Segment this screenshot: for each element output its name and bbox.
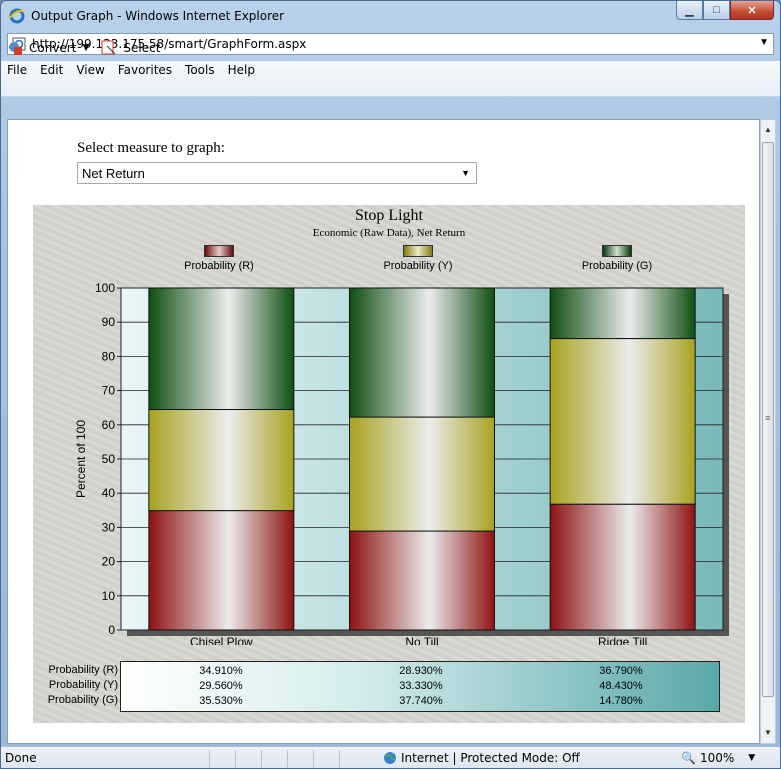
- bar-segment: [148, 510, 295, 631]
- table-cell: 36.790%: [599, 665, 643, 677]
- y-tick-label: 60: [102, 418, 116, 432]
- measure-select[interactable]: Net Return ▼: [77, 162, 477, 184]
- measure-select-value: Net Return: [82, 166, 145, 181]
- y-tick-label: 30: [102, 520, 116, 534]
- y-tick-label: 100: [95, 281, 115, 295]
- select-icon: [101, 40, 116, 55]
- bar-segment: [549, 338, 696, 505]
- y-tick-label: 40: [102, 486, 116, 500]
- ie-logo-icon: [9, 8, 25, 24]
- close-icon: ✕: [747, 4, 757, 17]
- y-axis-label: Percent of 100: [74, 420, 88, 498]
- status-panels: [209, 750, 365, 768]
- window-controls: ▁ □ ✕: [676, 1, 774, 21]
- table-cell: 33.330%: [399, 680, 443, 692]
- table-cell: 29.560%: [199, 680, 243, 692]
- y-tick-label: 90: [102, 315, 116, 329]
- table-row-label-y: Probability (Y): [48, 679, 118, 691]
- status-divider: [261, 750, 287, 768]
- maximize-button[interactable]: □: [703, 1, 730, 20]
- measure-select-label: Select measure to graph:: [77, 140, 225, 156]
- menu-bar: File Edit View Favorites Tools Help: [7, 63, 255, 77]
- zoom-dropdown-icon[interactable]: ▼: [748, 753, 755, 763]
- menu-view[interactable]: View: [76, 63, 104, 77]
- y-tick-label: 0: [108, 623, 115, 637]
- y-tick-label: 70: [102, 384, 116, 398]
- globe-icon: [384, 752, 396, 764]
- minimize-icon: ▁: [685, 4, 694, 17]
- menu-tools[interactable]: Tools: [185, 63, 215, 77]
- menu-favorites[interactable]: Favorites: [118, 63, 172, 77]
- chart-plot: 0 10 20 30 40 50 60 70 80 90 100 Percent of 100 Chis…: [74, 281, 729, 645]
- y-tick-label: 20: [102, 555, 116, 569]
- menu-and-toolbar: File Edit View Favorites Tools Help: [1, 61, 780, 97]
- bar-segment: [148, 409, 295, 512]
- zoom-control[interactable]: 🔍 100% ▼: [681, 751, 755, 765]
- bar-segment: [349, 287, 495, 418]
- scroll-down-icon[interactable]: ▼: [761, 725, 775, 741]
- menu-edit[interactable]: Edit: [40, 63, 63, 77]
- bar-segment: [349, 530, 495, 631]
- convert-button[interactable]: Convert: [29, 41, 76, 55]
- scrollbar-thumb[interactable]: ≡: [762, 142, 774, 697]
- x-tick-label: Chisel Plow: [190, 635, 253, 645]
- zoom-level: 100%: [699, 751, 735, 765]
- scroll-up-icon[interactable]: ▲: [761, 122, 775, 138]
- table-row-label-g: Probability (G): [47, 694, 118, 706]
- data-table: 34.910% 28.930% 36.790% 29.560% 33.330% …: [120, 661, 720, 712]
- title-bar: Output Graph - Windows Internet Explorer…: [1, 1, 780, 31]
- status-divider: [209, 750, 235, 768]
- bar-segment: [549, 503, 696, 631]
- address-dropdown-icon[interactable]: ▼: [759, 37, 769, 48]
- y-tick-label: 80: [102, 349, 116, 363]
- table-cell: 35.530%: [199, 695, 243, 707]
- chevron-down-icon: ▼: [461, 168, 470, 178]
- table-cell: 37.740%: [399, 695, 443, 707]
- toolbar: Convert ▼ Select: [7, 40, 160, 56]
- security-zone-label: Internet | Protected Mode: Off: [401, 751, 580, 765]
- table-cell: 28.930%: [399, 665, 443, 677]
- maximize-icon: □: [713, 4, 720, 16]
- bar-segment: [549, 287, 696, 340]
- bar-segment: [148, 287, 295, 411]
- zoom-icon: 🔍: [681, 751, 696, 765]
- table-cell: 48.430%: [599, 680, 643, 692]
- stoplight-chart: Stop Light Economic (Raw Data), Net Retu…: [33, 205, 745, 723]
- status-divider: [235, 750, 261, 768]
- y-tick-label: 10: [102, 589, 116, 603]
- page-content: Select measure to graph: Net Return ▼ St…: [7, 119, 760, 744]
- convert-icon: [9, 42, 22, 55]
- table-row-label-r: Probability (R): [48, 664, 118, 676]
- table-cell: 14.780%: [599, 695, 643, 707]
- browser-window: Output Graph - Windows Internet Explorer…: [0, 0, 781, 769]
- status-bar: Done Internet | Protected Mode: Off 🔍 10…: [1, 746, 780, 768]
- select-button[interactable]: Select: [123, 41, 160, 55]
- bar-segment: [349, 416, 495, 532]
- vertical-scrollbar[interactable]: ▲ ≡ ▼: [760, 119, 776, 744]
- window-title: Output Graph - Windows Internet Explorer: [31, 9, 285, 23]
- convert-dropdown-icon[interactable]: ▼: [82, 43, 89, 53]
- x-tick-label: No Till: [405, 635, 438, 645]
- security-zone[interactable]: Internet | Protected Mode: Off: [383, 751, 580, 765]
- y-tick-label: 50: [102, 452, 116, 466]
- status-divider: [313, 750, 339, 768]
- grip-icon: ≡: [765, 413, 771, 423]
- status-text: Done: [5, 751, 37, 765]
- status-divider: [287, 750, 313, 768]
- status-divider: [339, 750, 365, 768]
- x-tick-label: Ridge Till: [598, 635, 647, 645]
- table-cell: 34.910%: [199, 665, 243, 677]
- minimize-button[interactable]: ▁: [676, 1, 703, 20]
- menu-file[interactable]: File: [7, 63, 27, 77]
- close-button[interactable]: ✕: [730, 1, 774, 20]
- menu-help[interactable]: Help: [228, 63, 255, 77]
